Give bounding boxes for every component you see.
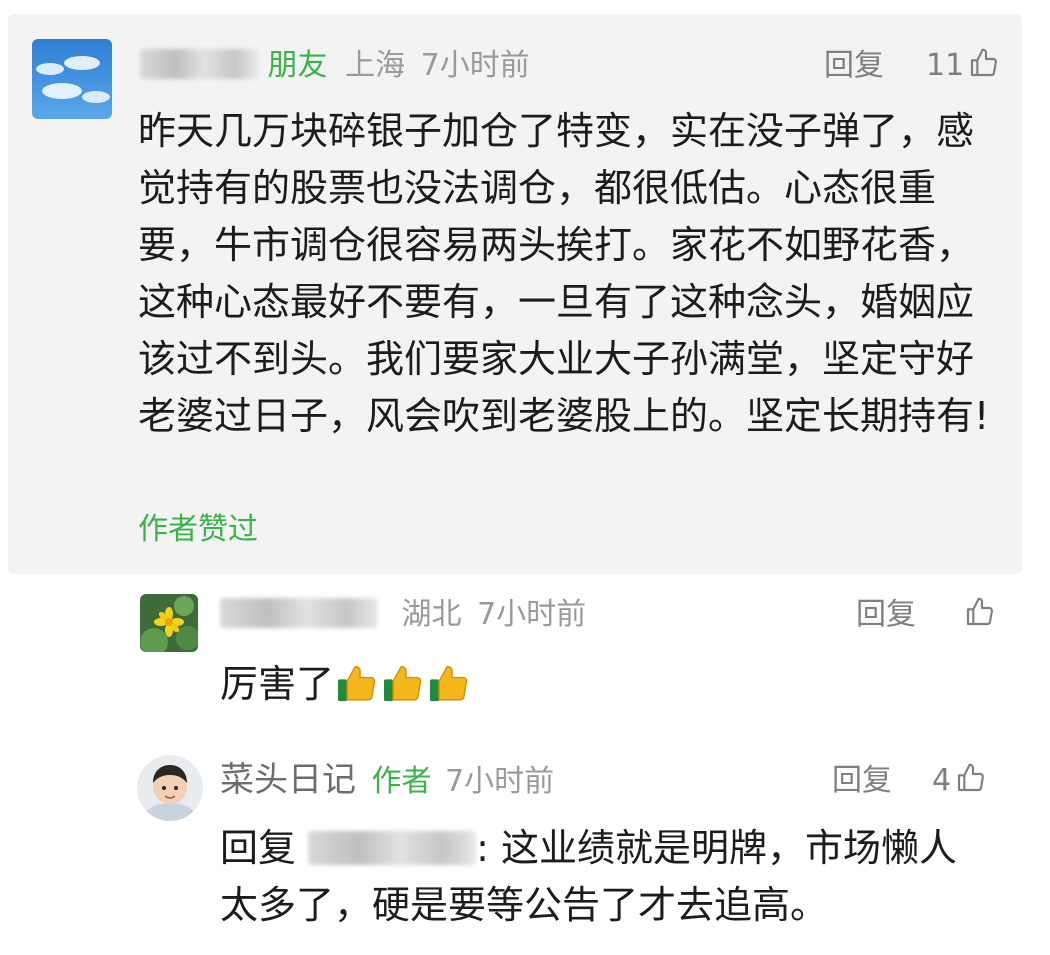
- blurred-username: [140, 49, 258, 79]
- blurred-mention: [308, 831, 477, 865]
- blurred-username: [220, 598, 378, 628]
- comment-text-content: 厉害了: [220, 662, 335, 706]
- reply-button[interactable]: 回复: [856, 595, 916, 635]
- avatar[interactable]: [137, 755, 203, 821]
- reply-button[interactable]: 回复: [832, 761, 892, 801]
- thumbs-up-emoji: [336, 662, 380, 719]
- thumbs-up-emoji: [382, 662, 426, 719]
- author-username[interactable]: 菜头日记: [220, 760, 356, 800]
- like-count: 11: [926, 48, 965, 83]
- comment-text: 昨天几万块碎银子加仓了特变，实在没子弹了，感觉持有的股票也没法调仓，都很低估。心…: [138, 109, 990, 438]
- comment-card-1: 朋友 上海 7小时前 回复 11 昨天几万块碎银子加仓了特变，实在没子弹了，感觉…: [8, 14, 1022, 574]
- reply-colon: :: [476, 826, 489, 870]
- thumbs-up-icon: [971, 48, 998, 77]
- reply-prefix: 回复: [220, 826, 297, 870]
- timestamp: 7小时前: [420, 48, 530, 83]
- reply-button[interactable]: 回复: [824, 46, 884, 86]
- friend-badge: 朋友: [267, 48, 328, 83]
- comment-meta: 朋友 上海 7小时前: [140, 46, 530, 86]
- author-badge: 作者: [371, 764, 432, 799]
- author-liked-label: 作者赞过: [138, 512, 258, 547]
- location: 湖北: [401, 597, 462, 632]
- avatar[interactable]: [32, 39, 112, 119]
- like-button[interactable]: 11: [926, 46, 1000, 86]
- comment-text: 厉害了: [220, 656, 472, 719]
- comment-meta: 菜头日记 作者 7小时前: [220, 760, 554, 802]
- like-count: 4: [932, 763, 952, 798]
- timestamp: 7小时前: [477, 597, 587, 632]
- location: 上海: [345, 48, 406, 83]
- thumbs-up-icon: [958, 763, 985, 792]
- comment-meta: 湖北 7小时前: [220, 595, 586, 635]
- thumbs-up-icon: [966, 597, 993, 626]
- comment-text: 回复 : 这业绩就是明牌，市场懒人太多了，硬是要等公告了才去追高。: [220, 820, 990, 934]
- avatar[interactable]: [140, 594, 198, 652]
- timestamp: 7小时前: [445, 764, 555, 799]
- thumbs-up-emoji: [428, 662, 472, 719]
- like-button[interactable]: 4: [932, 761, 987, 801]
- like-button[interactable]: [960, 595, 996, 635]
